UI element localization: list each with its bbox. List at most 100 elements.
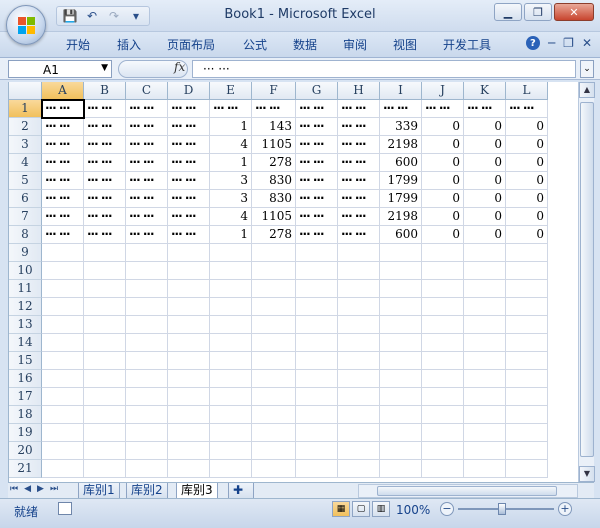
cell-h15[interactable] (338, 352, 380, 370)
cell-f1[interactable]: ··· ··· (252, 100, 296, 118)
cell-f10[interactable] (252, 262, 296, 280)
cell-h7[interactable]: ··· ··· (338, 208, 380, 226)
row-header-19[interactable]: 19 (9, 424, 42, 442)
vertical-scroll-thumb[interactable] (580, 102, 594, 457)
cell-h9[interactable] (338, 244, 380, 262)
cell-b21[interactable] (84, 460, 126, 478)
cell-b9[interactable] (84, 244, 126, 262)
cell-c19[interactable] (126, 424, 168, 442)
cell-g11[interactable] (296, 280, 338, 298)
cell-h3[interactable]: ··· ··· (338, 136, 380, 154)
row-header-10[interactable]: 10 (9, 262, 42, 280)
cell-c4[interactable]: ··· ··· (126, 154, 168, 172)
row-header-11[interactable]: 11 (9, 280, 42, 298)
cell-i10[interactable] (380, 262, 422, 280)
cell-j16[interactable] (422, 370, 464, 388)
cell-k7[interactable]: 0 (464, 208, 506, 226)
minimize-button[interactable]: ▁ (494, 3, 522, 21)
cell-d8[interactable]: ··· ··· (168, 226, 210, 244)
tab-page-layout[interactable]: 页面布局 (167, 36, 215, 53)
cell-e13[interactable] (210, 316, 252, 334)
cell-a13[interactable] (42, 316, 84, 334)
cell-d14[interactable] (168, 334, 210, 352)
zoom-level[interactable]: 100% (396, 503, 430, 517)
cell-l18[interactable] (506, 406, 548, 424)
cell-k6[interactable]: 0 (464, 190, 506, 208)
row-header-1[interactable]: 1 (9, 100, 42, 118)
cell-i5[interactable]: 1799 (380, 172, 422, 190)
tab-formulas[interactable]: 公式 (243, 36, 267, 53)
cell-j2[interactable]: 0 (422, 118, 464, 136)
row-header-5[interactable]: 5 (9, 172, 42, 190)
cell-b19[interactable] (84, 424, 126, 442)
cell-e16[interactable] (210, 370, 252, 388)
cell-g19[interactable] (296, 424, 338, 442)
column-header-l[interactable]: L (506, 82, 548, 100)
cell-b14[interactable] (84, 334, 126, 352)
ribbon-minimize-icon[interactable]: ─ (548, 36, 555, 50)
cell-g20[interactable] (296, 442, 338, 460)
cell-a14[interactable] (42, 334, 84, 352)
cell-l15[interactable] (506, 352, 548, 370)
cell-k20[interactable] (464, 442, 506, 460)
cell-k19[interactable] (464, 424, 506, 442)
zoom-slider-thumb[interactable] (498, 503, 506, 515)
cell-h17[interactable] (338, 388, 380, 406)
cell-i19[interactable] (380, 424, 422, 442)
cell-f13[interactable] (252, 316, 296, 334)
cell-b13[interactable] (84, 316, 126, 334)
cell-e17[interactable] (210, 388, 252, 406)
tab-developer[interactable]: 开发工具 (443, 36, 491, 53)
cell-g21[interactable] (296, 460, 338, 478)
cell-k11[interactable] (464, 280, 506, 298)
column-header-f[interactable]: F (252, 82, 296, 100)
cell-f17[interactable] (252, 388, 296, 406)
cell-c2[interactable]: ··· ··· (126, 118, 168, 136)
cell-l4[interactable]: 0 (506, 154, 548, 172)
cell-i12[interactable] (380, 298, 422, 316)
column-header-c[interactable]: C (126, 82, 168, 100)
normal-view-icon[interactable]: ▦ (332, 501, 350, 517)
column-header-b[interactable]: B (84, 82, 126, 100)
cell-j21[interactable] (422, 460, 464, 478)
cell-h13[interactable] (338, 316, 380, 334)
first-sheet-icon[interactable]: ⏮ (10, 484, 18, 494)
cell-a16[interactable] (42, 370, 84, 388)
cell-h1[interactable]: ··· ··· (338, 100, 380, 118)
cell-a2[interactable]: ··· ··· (42, 118, 84, 136)
cell-h5[interactable]: ··· ··· (338, 172, 380, 190)
ribbon-close-icon[interactable]: ✕ (582, 36, 592, 50)
cell-b8[interactable]: ··· ··· (84, 226, 126, 244)
row-header-14[interactable]: 14 (9, 334, 42, 352)
cell-k16[interactable] (464, 370, 506, 388)
cell-e3[interactable]: 4 (210, 136, 252, 154)
cell-c8[interactable]: ··· ··· (126, 226, 168, 244)
formula-input[interactable]: ··· ··· (192, 60, 576, 78)
cell-a11[interactable] (42, 280, 84, 298)
cell-d3[interactable]: ··· ··· (168, 136, 210, 154)
cell-h18[interactable] (338, 406, 380, 424)
cell-e18[interactable] (210, 406, 252, 424)
cell-j19[interactable] (422, 424, 464, 442)
cell-d15[interactable] (168, 352, 210, 370)
column-header-k[interactable]: K (464, 82, 506, 100)
cell-h4[interactable]: ··· ··· (338, 154, 380, 172)
cell-h10[interactable] (338, 262, 380, 280)
cell-l5[interactable]: 0 (506, 172, 548, 190)
cell-l16[interactable] (506, 370, 548, 388)
sheet-tab-3[interactable]: 库别3 (176, 483, 218, 499)
column-header-i[interactable]: I (380, 82, 422, 100)
cell-a12[interactable] (42, 298, 84, 316)
cell-h12[interactable] (338, 298, 380, 316)
horizontal-scrollbar[interactable] (358, 484, 578, 498)
horizontal-scroll-thumb[interactable] (377, 486, 557, 496)
cell-e19[interactable] (210, 424, 252, 442)
cell-f6[interactable]: 830 (252, 190, 296, 208)
cell-k12[interactable] (464, 298, 506, 316)
cell-l19[interactable] (506, 424, 548, 442)
cell-f18[interactable] (252, 406, 296, 424)
cell-b12[interactable] (84, 298, 126, 316)
cell-i13[interactable] (380, 316, 422, 334)
row-header-6[interactable]: 6 (9, 190, 42, 208)
cell-h20[interactable] (338, 442, 380, 460)
